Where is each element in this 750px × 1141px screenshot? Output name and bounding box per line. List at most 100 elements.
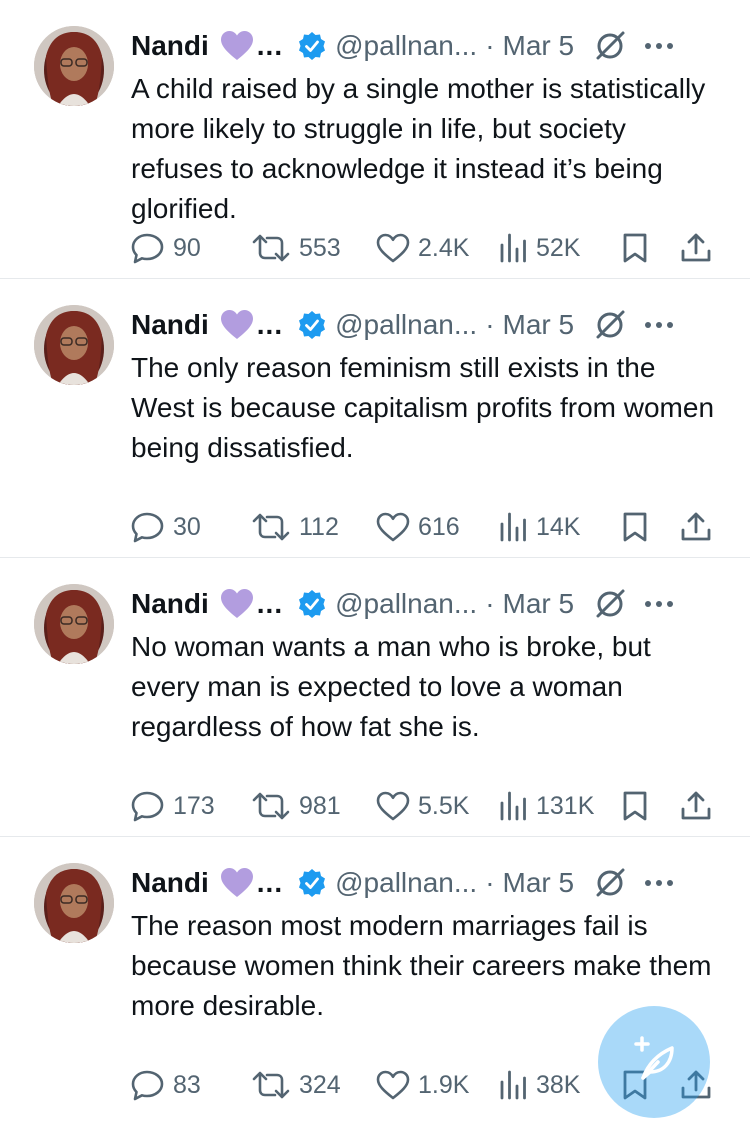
share-button[interactable] [680,228,712,268]
separator: · [485,867,495,898]
more-icon[interactable] [644,41,674,51]
reply-count: 83 [173,1070,201,1099]
tweet-header: Nandi ... @pallnan... · Mar 5 [131,26,720,66]
retweet-button[interactable]: 324 [251,1065,341,1105]
verified-badge-icon[interactable] [297,589,327,619]
tweet-date[interactable]: Mar 5 [503,30,575,62]
reply-button[interactable]: 90 [131,228,201,268]
author-name[interactable]: Nandi [131,30,209,62]
views-button[interactable]: 52K [498,228,580,268]
retweet-count: 112 [299,512,339,541]
grok-icon[interactable] [594,309,626,341]
retweet-button[interactable]: 553 [251,228,341,268]
verified-badge-icon[interactable] [297,31,327,61]
grok-icon[interactable] [594,30,626,62]
avatar[interactable] [34,584,114,664]
like-icon [376,1070,410,1100]
purple-heart-icon [220,31,253,61]
tweet-actions: 173 981 5.5K 131K [131,786,715,826]
share-icon [680,232,712,264]
retweet-count: 981 [299,791,341,820]
more-icon[interactable] [644,599,674,609]
tweet-actions: 90 553 2.4K 52K [131,228,715,268]
share-button[interactable] [680,786,712,826]
retweet-icon [251,1070,291,1100]
tweet[interactable]: Nandi ... @pallnan... · Mar 5 [0,0,750,279]
reply-count: 173 [173,791,215,820]
views-button[interactable]: 131K [498,786,594,826]
avatar[interactable] [34,305,114,385]
tweet-header: Nandi ... @pallnan... · Mar 5 [131,863,720,903]
tweet-date[interactable]: Mar 5 [503,588,575,620]
verified-badge-icon[interactable] [297,868,327,898]
bookmark-icon [622,511,648,543]
like-button[interactable]: 616 [376,507,460,547]
like-button[interactable]: 5.5K [376,786,469,826]
avatar[interactable] [34,26,114,106]
view-count: 131K [536,791,595,820]
reply-icon [131,1069,165,1101]
more-icon[interactable] [644,320,674,330]
tweet-text: No woman wants a man who is broke, but e… [131,631,651,742]
reply-button[interactable]: 173 [131,786,215,826]
separator: · [485,30,495,61]
author-handle[interactable]: @pallnan... [335,30,477,62]
tweet-header: Nandi ... @pallnan... · Mar 5 [131,584,720,624]
reply-icon [131,511,165,543]
retweet-count: 553 [299,233,341,262]
view-count: 14K [536,512,581,541]
author-handle[interactable]: @pallnan... [335,309,477,341]
tweet-text: The only reason feminism still exists in… [131,352,715,463]
author-name[interactable]: Nandi [131,309,209,341]
share-button[interactable] [680,507,712,547]
bookmark-icon [622,790,648,822]
author-handle[interactable]: @pallnan... [335,867,477,899]
separator: · [485,309,495,340]
reply-count: 90 [173,233,201,262]
grok-icon[interactable] [594,867,626,899]
tweet[interactable]: Nandi ... @pallnan... · Mar 5 [0,558,750,837]
separator: · [485,588,495,619]
bookmark-button[interactable] [622,786,648,826]
retweet-button[interactable]: 981 [251,786,341,826]
like-count: 616 [418,512,460,541]
like-button[interactable]: 2.4K [376,228,469,268]
tweet-text: The reason most modern marriages fail is… [131,910,712,1021]
more-icon[interactable] [644,878,674,888]
bookmark-button[interactable] [622,507,648,547]
author-name[interactable]: Nandi [131,588,209,620]
like-icon [376,791,410,821]
tweet[interactable]: Nandi ... @pallnan... · Mar 5 [0,279,750,558]
author-name[interactable]: Nandi [131,867,209,899]
reply-button[interactable]: 83 [131,1065,201,1105]
verified-badge-icon[interactable] [297,310,327,340]
tweet-text: A child raised by a single mother is sta… [131,73,706,224]
views-icon [498,791,528,821]
tweet-date[interactable]: Mar 5 [503,309,575,341]
purple-heart-icon [220,310,253,340]
avatar[interactable] [34,863,114,943]
reply-icon [131,232,165,264]
compose-post-button[interactable] [598,1006,710,1118]
like-count: 5.5K [418,791,470,820]
views-button[interactable]: 38K [498,1065,580,1105]
like-button[interactable]: 1.9K [376,1065,469,1105]
like-icon [376,512,410,542]
name-truncation: ... [256,588,284,619]
reply-button[interactable]: 30 [131,507,201,547]
retweet-icon [251,233,291,263]
name-truncation: ... [256,867,284,898]
view-count: 38K [536,1070,581,1099]
like-count: 2.4K [418,233,470,262]
author-handle[interactable]: @pallnan... [335,588,477,620]
share-icon [680,511,712,543]
bookmark-button[interactable] [622,228,648,268]
purple-heart-icon [220,868,253,898]
purple-heart-icon [220,589,253,619]
timeline-feed: Nandi ... @pallnan... · Mar 5 A child ra… [0,0,750,1115]
grok-icon[interactable] [594,588,626,620]
retweet-button[interactable]: 112 [251,507,339,547]
tweet-date[interactable]: Mar 5 [503,867,575,899]
views-button[interactable]: 14K [498,507,580,547]
like-count: 1.9K [418,1070,470,1099]
